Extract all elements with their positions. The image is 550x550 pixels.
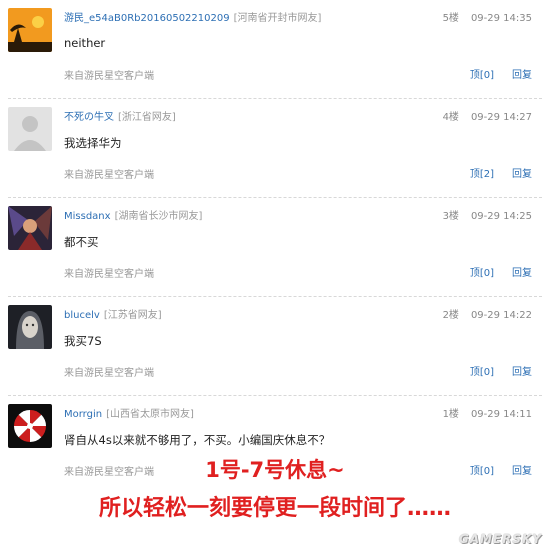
like-button[interactable]: 顶[0] [470, 268, 494, 279]
comment-meta: blucelv [江苏省网友] [64, 306, 162, 321]
comment-text: neither [64, 36, 106, 50]
umbrella-logo-avatar-icon [8, 404, 52, 448]
reply-button[interactable]: 回复 [512, 367, 532, 378]
comment-time: 09-29 14:22 [470, 310, 532, 321]
comment-source: 来自游民星空客户端 [64, 71, 154, 82]
comment-time: 09-29 14:11 [470, 409, 532, 420]
comment-item: 游民_e54aB0Rb20160502210209 [河南省开封市网友] 5楼 09… [0, 0, 550, 99]
floor-time: 1楼 09-29 14:11 [443, 405, 532, 420]
sunset-tree-avatar-icon [8, 8, 52, 52]
gamersky-watermark: GAMERSKY [458, 532, 542, 546]
floor-number: 4楼 [442, 112, 459, 123]
comment-source: 来自游民星空客户端 [64, 368, 154, 379]
username-link[interactable]: Missdanx [64, 211, 111, 222]
floor-number: 3楼 [442, 211, 459, 222]
comment-text: 我选择华为 [64, 136, 122, 150]
like-button[interactable]: 顶[2] [470, 169, 494, 180]
avatar[interactable] [8, 107, 52, 151]
floor-time: 2楼 09-29 14:22 [443, 306, 532, 321]
comment-actions: 顶[0] 回复 [470, 363, 532, 378]
username-link[interactable]: 游民_e54aB0Rb20160502210209 [64, 13, 230, 24]
comment-item: blucelv [江苏省网友] 2楼 09-29 14:22 我买7S 来自游民星空… [0, 297, 550, 396]
pale-face-avatar-icon [8, 305, 52, 349]
region-label: [浙江省网友] [118, 112, 176, 123]
floor-time: 3楼 09-29 14:25 [443, 207, 532, 222]
floor-number: 2楼 [442, 310, 459, 321]
like-button[interactable]: 顶[0] [470, 70, 494, 81]
comment-meta: 不死の牛叉 [浙江省网友] [64, 108, 176, 123]
avatar[interactable] [8, 305, 52, 349]
comment-text: 我买7S [64, 334, 102, 348]
comment-meta: Morrgin [山西省太原市网友] [64, 405, 194, 420]
comment-time: 09-29 14:35 [470, 13, 532, 24]
reply-button[interactable]: 回复 [512, 268, 532, 279]
comment-source: 来自游民星空客户端 [64, 170, 154, 181]
like-button[interactable]: 顶[0] [470, 367, 494, 378]
username-link[interactable]: 不死の牛叉 [64, 112, 114, 123]
floor-time: 5楼 09-29 14:35 [443, 9, 532, 24]
overlay-caption-line-1: 1号-7号休息~ [205, 458, 345, 482]
comment-actions: 顶[0] 回复 [470, 66, 532, 81]
comment-actions: 顶[0] 回复 [470, 264, 532, 279]
fantasy-art-avatar-icon [8, 206, 52, 250]
comment-actions: 顶[2] 回复 [470, 165, 532, 180]
avatar[interactable] [8, 404, 52, 448]
reply-button[interactable]: 回复 [512, 70, 532, 81]
comment-meta: Missdanx [湖南省长沙市网友] [64, 207, 202, 222]
region-label: [江苏省网友] [103, 310, 162, 321]
comment-text: 都不买 [64, 235, 99, 249]
overlay-caption-line-2: 所以轻松一刻要停更一段时间了…… [98, 496, 451, 521]
username-link[interactable]: Morrgin [64, 409, 102, 420]
comment-time: 09-29 14:27 [470, 112, 532, 123]
reply-button[interactable]: 回复 [512, 169, 532, 180]
comment-text: 肾自从4s以来就不够用了，不买。小编国庆休息不？ [64, 433, 331, 447]
floor-time: 4楼 09-29 14:27 [443, 108, 532, 123]
comment-item: Missdanx [湖南省长沙市网友] 3楼 09-29 14:25 都不买 来自游… [0, 198, 550, 297]
region-label: [山西省太原市网友] [106, 409, 194, 420]
comment-time: 09-29 14:25 [470, 211, 532, 222]
floor-number: 5楼 [442, 13, 459, 24]
avatar[interactable] [8, 8, 52, 52]
region-label: [湖南省长沙市网友] [114, 211, 203, 222]
default-avatar-icon [8, 107, 52, 151]
avatar[interactable] [8, 206, 52, 250]
comment-meta: 游民_e54aB0Rb20160502210209 [河南省开封市网友] [64, 9, 321, 24]
comment-item: 不死の牛叉 [浙江省网友] 4楼 09-29 14:27 我选择华为 来自游民星空客… [0, 99, 550, 198]
floor-number: 1楼 [442, 409, 459, 420]
comment-source: 来自游民星空客户端 [64, 269, 154, 280]
username-link[interactable]: blucelv [64, 310, 100, 321]
region-label: [河南省开封市网友] [233, 13, 322, 24]
